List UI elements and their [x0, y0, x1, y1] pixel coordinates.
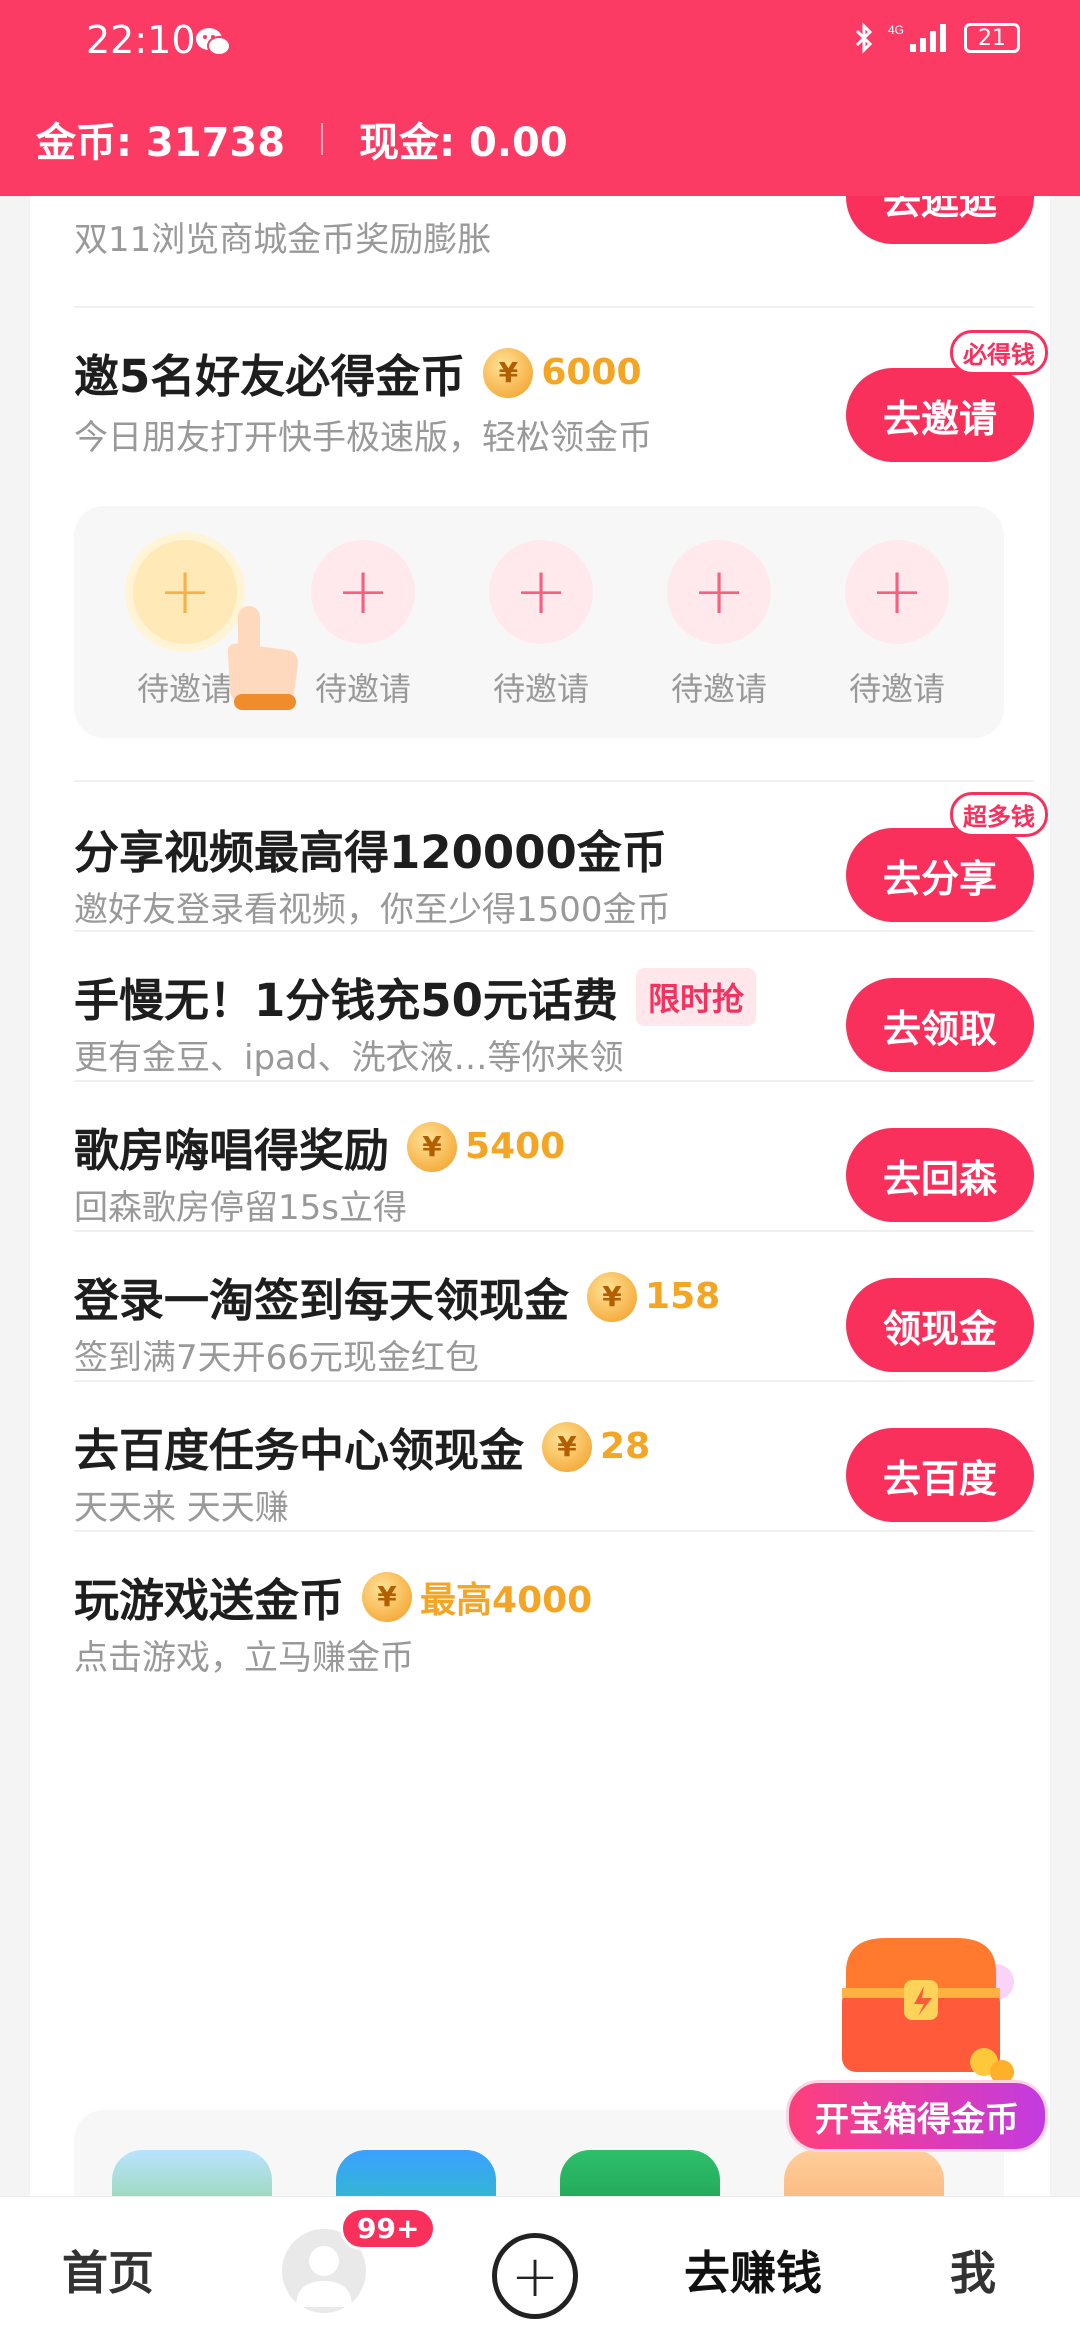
claim-button[interactable]: 去领取 [846, 978, 1034, 1072]
coin-icon: ¥ [483, 347, 534, 398]
task-subtitle: 双11浏览商城金币奖励膨胀 [74, 220, 492, 260]
publish-button[interactable]: + [492, 2233, 578, 2319]
cash-balance[interactable]: 现金: 0.00 [359, 110, 568, 168]
task-title: 歌房嗨唱得奖励 ¥ 5400 [74, 1114, 565, 1179]
coin-balance[interactable]: 金币: 31738 [36, 110, 285, 168]
task-title-text: 手慢无！1分钱充50元话费 [74, 974, 618, 1027]
pointing-hand-icon [228, 606, 298, 710]
task-title-text: 歌房嗨唱得奖励 [74, 1124, 390, 1177]
task-title-text: 登录一淘签到每天领现金 [74, 1274, 570, 1327]
coin-icon: ¥ [407, 1121, 458, 1172]
battery-icon: 21 [964, 23, 1020, 53]
task-title: 分享视频最高得120000金币 [74, 826, 667, 879]
invite-slot-label: 待邀请 [492, 670, 589, 708]
share-button[interactable]: 去分享 [846, 828, 1034, 922]
treasure-label[interactable]: 开宝箱得金币 [786, 2080, 1048, 2152]
task-title-text: 邀5名好友必得金币 [74, 350, 466, 403]
invite-slot[interactable]: + 待邀请 [476, 540, 606, 710]
svg-text:4G: 4G [888, 23, 904, 37]
wechat-icon [196, 28, 231, 56]
invite-slot[interactable]: + 待邀请 [832, 540, 962, 710]
task-title: 手慢无！1分钱充50元话费 限时抢 [74, 964, 756, 1029]
limited-time-badge: 限时抢 [635, 967, 756, 1026]
bluetooth-icon [855, 22, 873, 54]
status-icons: 4G 21 [854, 22, 1020, 54]
invite-slot-label: 待邀请 [848, 670, 945, 708]
baidu-button[interactable]: 去百度 [846, 1428, 1034, 1522]
task-title: 邀5名好友必得金币 ¥ 6000 [74, 340, 642, 405]
notification-badge: 99+ [340, 2207, 437, 2250]
invite-slots-panel: + 待邀请 + 待邀请 + 待邀请 + 待邀请 + 待邀请 [74, 506, 1004, 738]
task-subtitle: 天天来 天天赚 [74, 1488, 289, 1528]
must-earn-tag: 必得钱 [950, 330, 1048, 375]
task-title: 玩游戏送金币 ¥ 最高4000 [74, 1564, 592, 1629]
karaoke-button[interactable]: 去回森 [846, 1128, 1034, 1222]
reward-amount: 6000 [541, 352, 642, 393]
reward-amount: 28 [600, 1426, 651, 1467]
reward-amount: 158 [645, 1276, 721, 1317]
treasure-chest-widget[interactable]: 开宝箱得金币 [786, 1922, 1056, 2162]
nav-me[interactable]: 我 [950, 2237, 996, 2303]
invite-button[interactable]: 去邀请 [846, 368, 1034, 462]
reward-amount: 最高4000 [420, 1579, 593, 1621]
reward-amount: 5400 [465, 1126, 566, 1167]
coin-icon: ¥ [587, 1271, 638, 1322]
task-yitao-signin: 登录一淘签到每天领现金 ¥ 158 签到满7天开66元现金红包 领现金 [74, 1230, 1034, 1382]
plus-icon: + [311, 540, 415, 644]
nav-home[interactable]: 首页 [62, 2237, 154, 2303]
divider [321, 123, 324, 155]
invite-slot-label: 待邀请 [670, 670, 767, 708]
plus-icon: + [667, 540, 771, 644]
task-title-text: 去百度任务中心领现金 [74, 1424, 525, 1477]
coin-icon: ¥ [542, 1421, 593, 1472]
task-subtitle: 更有金豆、ipad、洗衣液…等你来领 [74, 1038, 624, 1078]
task-subtitle: 签到满7天开66元现金红包 [74, 1338, 479, 1378]
nav-earn[interactable]: 去赚钱 [684, 2237, 822, 2303]
invite-slot[interactable]: + 待邀请 [654, 540, 784, 710]
task-baidu: 去百度任务中心领现金 ¥ 28 天天来 天天赚 去百度 [74, 1380, 1034, 1532]
task-title-text: 玩游戏送金币 [74, 1574, 345, 1627]
treasure-chest-icon [842, 1938, 1014, 2084]
plus-icon: + [489, 540, 593, 644]
task-subtitle: 邀好友登录看视频，你至少得1500金币 [74, 890, 671, 930]
invite-slot-label: 待邀请 [314, 670, 411, 708]
balance-bar: 金币: 31738 现金: 0.00 [36, 110, 568, 168]
invite-slot[interactable]: + 待邀请 [298, 540, 428, 710]
task-list: 双11浏览商城金币奖励膨胀 去逛逛 邀5名好友必得金币 ¥ 6000 今日朋友打… [30, 150, 1050, 2260]
task-play-games: 玩游戏送金币 ¥ 最高4000 点击游戏，立马赚金币 [74, 1530, 1034, 1730]
more-money-tag: 超多钱 [950, 792, 1048, 837]
task-share-video: 分享视频最高得120000金币 邀好友登录看视频，你至少得1500金币 去分享 … [74, 780, 1048, 932]
coin-icon: ¥ [362, 1571, 413, 1622]
task-subtitle: 今日朋友打开快手极速版，轻松领金币 [74, 418, 652, 458]
signal-icon: 4G [888, 23, 946, 52]
task-title: 去百度任务中心领现金 ¥ 28 [74, 1414, 650, 1479]
task-subtitle: 点击游戏，立马赚金币 [74, 1638, 414, 1678]
status-bar: 22:10 4G 21 [0, 0, 1080, 90]
clock: 22:10 [86, 18, 196, 62]
top-header: 22:10 4G 21 金币: 31738 现金: 0.00 [0, 0, 1080, 196]
task-recharge: 手慢无！1分钱充50元话费 限时抢 更有金豆、ipad、洗衣液…等你来领 去领取 [74, 930, 1034, 1082]
task-karaoke: 歌房嗨唱得奖励 ¥ 5400 回森歌房停留15s立得 去回森 [74, 1080, 1034, 1232]
task-subtitle: 回森歌房停留15s立得 [74, 1188, 407, 1228]
plus-icon: + [845, 540, 949, 644]
get-cash-button[interactable]: 领现金 [846, 1278, 1034, 1372]
bottom-nav: 首页 99+ + 去赚钱 我 [0, 2196, 1080, 2341]
task-title: 登录一淘签到每天领现金 ¥ 158 [74, 1264, 720, 1329]
